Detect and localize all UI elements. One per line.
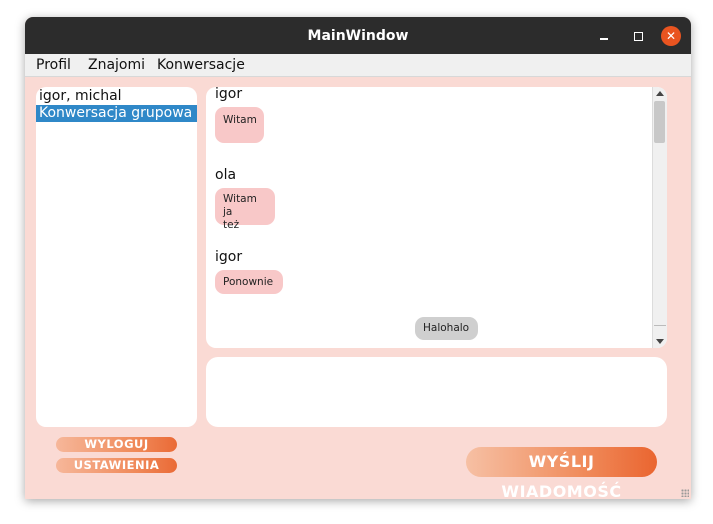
close-icon: ✕ (665, 29, 677, 43)
close-button[interactable]: ✕ (661, 26, 681, 46)
scroll-divider (654, 325, 666, 326)
message-bubble: Witam ja też (215, 188, 275, 231)
logout-button[interactable]: WYLOGUJ (56, 437, 177, 452)
message-bubble: Witam (215, 107, 264, 143)
message-sender: igor (215, 249, 243, 265)
menu-profil[interactable]: Profil (36, 54, 71, 76)
message-sender: ola (215, 167, 237, 183)
conversation-item[interactable]: igor, michal (36, 88, 122, 105)
send-message-button[interactable]: WYŚLIJ WIADOMOŚĆ (466, 447, 657, 499)
message-bubble: Ponownie (215, 270, 283, 294)
resize-grip-icon[interactable] (681, 489, 689, 497)
minimize-icon (600, 38, 608, 40)
conversation-item-selected[interactable]: Konwersacja grupowa (36, 105, 197, 122)
chat-view[interactable]: igor Witam ola Witam ja też igor Ponowni… (206, 87, 667, 348)
maximize-icon (633, 31, 643, 41)
scroll-up-icon[interactable] (656, 91, 664, 96)
menu-bar: Profil Znajomi Konwersacje (25, 54, 691, 77)
title-bar[interactable]: MainWindow ✕ (25, 17, 691, 54)
window-title: MainWindow (307, 28, 409, 44)
message-sender: igor (215, 87, 243, 102)
settings-button[interactable]: USTAWIENIA (56, 458, 177, 473)
own-message-bubble: Halohalo (415, 317, 478, 340)
conversation-list[interactable]: igor, michal Konwersacja grupowa (36, 87, 197, 427)
menu-konwersacje[interactable]: Konwersacje (157, 54, 245, 76)
scroll-thumb[interactable] (654, 101, 665, 143)
maximize-button[interactable] (628, 26, 648, 46)
minimize-button[interactable] (594, 26, 614, 46)
chat-scrollbar[interactable] (652, 87, 667, 348)
scroll-down-icon[interactable] (656, 339, 664, 344)
menu-znajomi[interactable]: Znajomi (88, 54, 145, 76)
main-window: MainWindow ✕ Profil Znajomi Konwersacje … (25, 17, 691, 499)
message-input[interactable] (206, 357, 667, 427)
